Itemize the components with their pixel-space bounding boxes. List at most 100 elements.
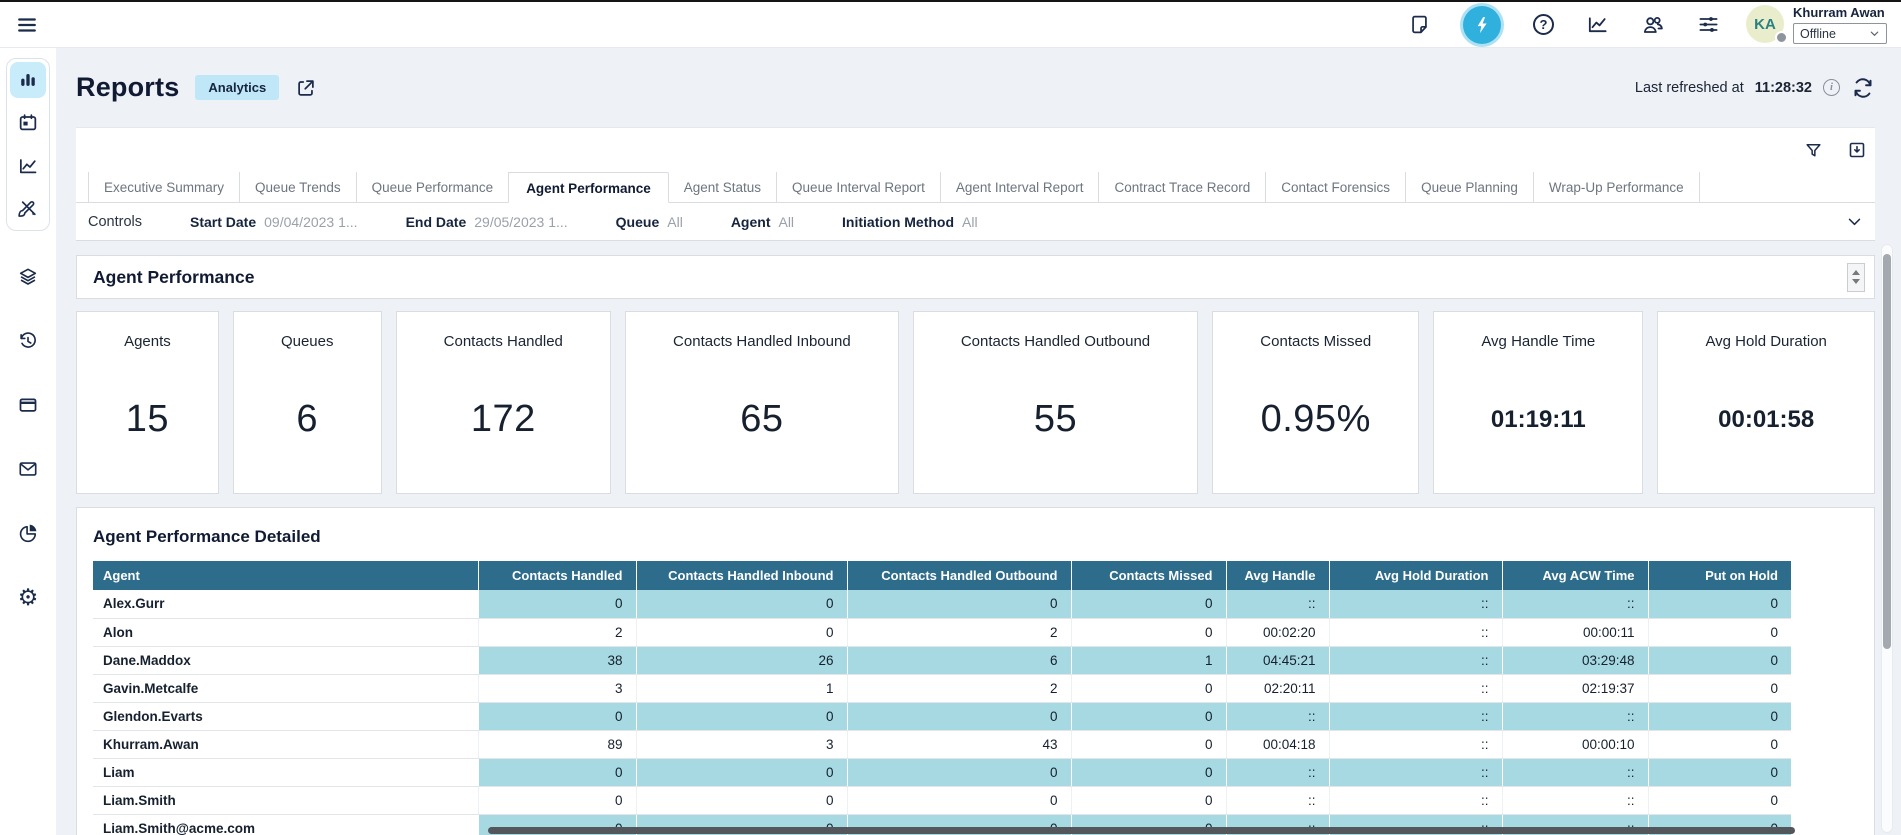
- avatar[interactable]: KA: [1746, 5, 1784, 43]
- section-title: Agent Performance: [93, 267, 254, 288]
- metric-cell: 0: [636, 618, 847, 646]
- column-header[interactable]: Avg ACW Time: [1502, 561, 1648, 590]
- metric-cell: ::: [1329, 702, 1502, 730]
- collapse-controls-button[interactable]: [1846, 213, 1863, 230]
- metric-cell: ::: [1329, 674, 1502, 702]
- refresh-button[interactable]: [1851, 76, 1875, 100]
- column-header[interactable]: Avg Handle: [1226, 561, 1329, 590]
- metric-cell: 6: [847, 646, 1071, 674]
- filter-control[interactable]: End Date 29/05/2023 1...: [406, 214, 568, 230]
- kpi-card: Agents 15: [76, 311, 219, 494]
- sidebar-item-mail[interactable]: [10, 451, 46, 487]
- report-tab[interactable]: Queue Interval Report: [777, 172, 941, 202]
- sidebar-item-schedule[interactable]: [10, 105, 46, 141]
- topbar: ? KA Khurram Awan Offline: [0, 2, 1901, 48]
- sidebar-item-layers[interactable]: [10, 259, 46, 295]
- sidebar-item-customize[interactable]: [10, 191, 46, 227]
- vertical-scrollbar-thumb[interactable]: [1883, 254, 1891, 649]
- spinner-up-icon[interactable]: [1852, 270, 1860, 275]
- metric-cell: ::: [1502, 786, 1648, 814]
- metric-cell: 02:20:11: [1226, 674, 1329, 702]
- report-tab[interactable]: Queue Performance: [357, 172, 510, 202]
- metrics-button[interactable]: [1586, 13, 1609, 36]
- agent-name-cell: Glendon.Evarts: [93, 702, 478, 730]
- agent-name-cell: Liam.Smith: [93, 786, 478, 814]
- detail-table-title: Agent Performance Detailed: [93, 527, 1858, 547]
- status-select[interactable]: Offline: [1793, 23, 1887, 44]
- external-link-icon: [295, 77, 317, 99]
- controls-row: Controls Start Date 09/04/2023 1... End …: [76, 203, 1875, 241]
- metric-cell: 00:00:11: [1502, 618, 1648, 646]
- calendar-icon: [17, 112, 39, 134]
- status-dot: [1775, 31, 1788, 44]
- column-header[interactable]: Put on Hold: [1648, 561, 1791, 590]
- metric-cell: ::: [1502, 702, 1648, 730]
- metric-cell: 0: [1071, 674, 1226, 702]
- report-tab[interactable]: Queue Trends: [240, 172, 357, 202]
- notes-button[interactable]: [1408, 13, 1431, 36]
- metric-cell: ::: [1226, 702, 1329, 730]
- lightning-icon: [1472, 15, 1492, 35]
- report-tab[interactable]: Agent Performance: [508, 172, 669, 203]
- filter-value: All: [778, 214, 794, 230]
- report-tab[interactable]: Agent Status: [669, 172, 777, 202]
- table-row: Glendon.Evarts 0000::::::0: [93, 702, 1791, 730]
- directory-button[interactable]: [1641, 13, 1665, 37]
- settings-sliders-button[interactable]: [1697, 13, 1720, 36]
- metric-cell: 0: [636, 786, 847, 814]
- bar-chart-icon: [17, 69, 39, 91]
- filter-control[interactable]: Queue All: [616, 214, 683, 230]
- column-header[interactable]: Contacts Handled Outbound: [847, 561, 1071, 590]
- sidebar-item-window[interactable]: [10, 387, 46, 423]
- kpi-label: Agents: [124, 333, 171, 350]
- section-spinner[interactable]: [1847, 263, 1865, 292]
- spinner-down-icon[interactable]: [1852, 279, 1860, 284]
- open-external-button[interactable]: [295, 77, 317, 99]
- sidebar-item-reports[interactable]: [10, 62, 46, 98]
- column-header[interactable]: Contacts Handled Inbound: [636, 561, 847, 590]
- filter-control[interactable]: Start Date 09/04/2023 1...: [190, 214, 358, 230]
- filter-control[interactable]: Agent All: [731, 214, 794, 230]
- user-info: Khurram Awan Offline: [1793, 5, 1887, 44]
- kpi-card: Contacts Handled Inbound 65: [625, 311, 899, 494]
- sidebar-item-settings[interactable]: ⚙: [10, 579, 46, 615]
- metric-cell: 0: [1648, 702, 1791, 730]
- column-header[interactable]: Agent: [93, 561, 478, 590]
- table-row: Gavin.Metcalfe 312002:20:11::02:19:370: [93, 674, 1791, 702]
- metric-cell: ::: [1329, 590, 1502, 618]
- column-header[interactable]: Avg Hold Duration: [1329, 561, 1502, 590]
- filter-icon: [1804, 141, 1823, 160]
- filter-control[interactable]: Initiation Method All: [842, 214, 978, 230]
- column-header[interactable]: Contacts Missed: [1071, 561, 1226, 590]
- report-tab[interactable]: Queue Planning: [1406, 172, 1534, 202]
- sidebar-item-history[interactable]: [10, 323, 46, 359]
- sidebar-item-analytics[interactable]: [10, 148, 46, 184]
- download-icon: [1847, 140, 1867, 160]
- report-tab[interactable]: Agent Interval Report: [941, 172, 1100, 202]
- horizontal-scrollbar[interactable]: [488, 827, 1795, 834]
- kpi-value: 01:19:11: [1491, 406, 1586, 438]
- vertical-scrollbar[interactable]: [1881, 244, 1893, 833]
- mail-icon: [17, 458, 39, 480]
- report-tab[interactable]: Contract Trace Record: [1099, 172, 1266, 202]
- kpi-card: Queues 6: [233, 311, 382, 494]
- report-tab[interactable]: Contact Forensics: [1266, 172, 1406, 202]
- body-row: ⚙ Reports Analytics Last refreshed at 11…: [0, 48, 1901, 835]
- hamburger-menu-button[interactable]: [14, 12, 40, 38]
- info-icon[interactable]: i: [1823, 79, 1840, 96]
- metric-cell: 0: [1071, 618, 1226, 646]
- kpi-card: Avg Handle Time 01:19:11: [1433, 311, 1643, 494]
- download-button[interactable]: [1847, 140, 1867, 160]
- user-block: KA Khurram Awan Offline: [1746, 5, 1887, 44]
- metric-cell: 2: [847, 674, 1071, 702]
- report-tab[interactable]: Wrap-Up Performance: [1534, 172, 1700, 202]
- table-header: Agent Contacts Handled Contacts Handled …: [93, 561, 1791, 590]
- metric-cell: 0: [1071, 786, 1226, 814]
- help-icon: ?: [1533, 14, 1554, 35]
- sidebar-item-pie-reports[interactable]: [10, 515, 46, 551]
- column-header[interactable]: Contacts Handled: [478, 561, 636, 590]
- report-tab[interactable]: Executive Summary: [88, 172, 240, 202]
- help-button[interactable]: ?: [1533, 14, 1554, 35]
- filter-button[interactable]: [1804, 141, 1823, 160]
- realtime-button[interactable]: [1463, 6, 1501, 44]
